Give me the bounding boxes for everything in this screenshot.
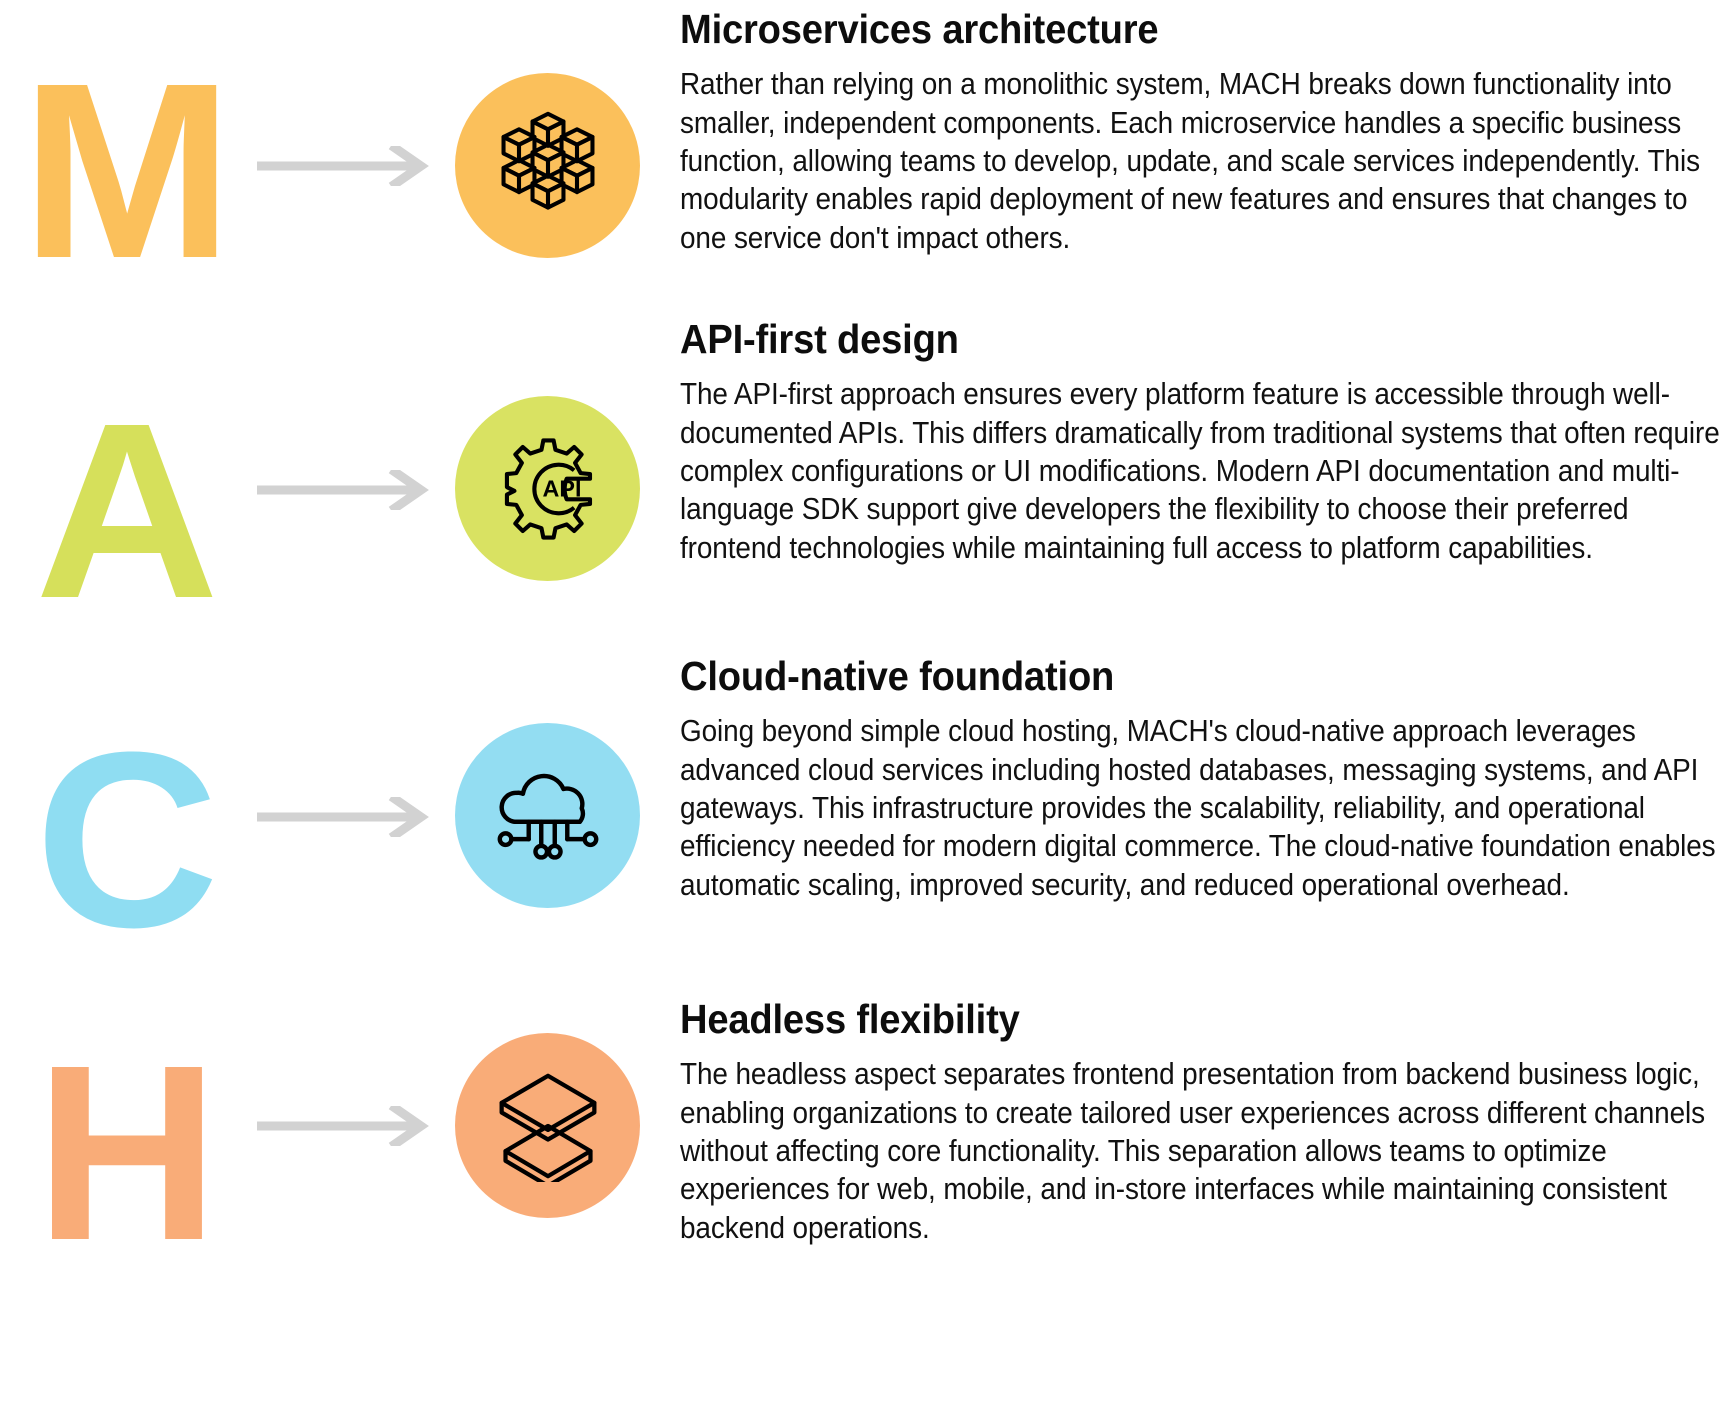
arrow-right-icon (255, 141, 435, 191)
section-heading: Headless flexibility (680, 996, 1020, 1042)
section-cloud-native: C Cloud-native foundation Going beyond s… (0, 653, 1730, 985)
section-visual-api-first: A API (0, 318, 680, 643)
icon-bubble-api-first: API (455, 396, 640, 581)
acronym-letter-m: M (20, 31, 233, 310)
section-heading: API-first design (680, 316, 959, 362)
section-body: Rather than relying on a monolithic syst… (680, 67, 1700, 255)
cloud-network-icon (497, 773, 598, 860)
arrow-right-icon (255, 465, 435, 515)
section-visual-headless: H (0, 998, 680, 1308)
acronym-letter-a: A (34, 371, 219, 650)
icon-bubble-microservices (455, 73, 640, 258)
section-heading: Microservices architecture (680, 6, 1159, 52)
section-visual-microservices: M (0, 8, 680, 308)
section-headless: H Headless flexibility The headless aspe… (0, 996, 1730, 1308)
arrow-right-icon (255, 792, 435, 842)
acronym-letter-h: H (34, 1013, 219, 1292)
section-microservices: M Microservices architecture Rather than… (0, 6, 1730, 308)
layers-stack-icon (499, 1073, 596, 1182)
section-api-first: A API API-first design The API-first app… (0, 316, 1730, 643)
section-copy-cloud-native: Cloud-native foundation Going beyond sim… (680, 653, 1730, 904)
section-copy-headless: Headless flexibility The headless aspect… (680, 996, 1730, 1247)
section-body: Going beyond simple cloud hosting, MACH'… (680, 714, 1716, 902)
api-gear-label: API (542, 475, 581, 501)
section-body: The headless aspect separates frontend p… (680, 1057, 1706, 1245)
section-body: The API-first approach ensures every pla… (680, 377, 1720, 565)
cubes-icon (501, 111, 594, 210)
icon-bubble-headless (455, 1033, 640, 1218)
api-gear-icon: API (504, 437, 592, 540)
section-copy-microservices: Microservices architecture Rather than r… (680, 6, 1730, 257)
section-heading: Cloud-native foundation (680, 653, 1115, 699)
arrow-right-icon (255, 1101, 435, 1151)
icon-bubble-cloud-native (455, 723, 640, 908)
section-copy-api-first: API-first design The API-first approach … (680, 316, 1730, 567)
acronym-letter-c: C (34, 700, 219, 979)
section-visual-cloud-native: C (0, 655, 680, 985)
mach-principles-infographic: M Microservices architecture Rather than… (0, 0, 1730, 1428)
